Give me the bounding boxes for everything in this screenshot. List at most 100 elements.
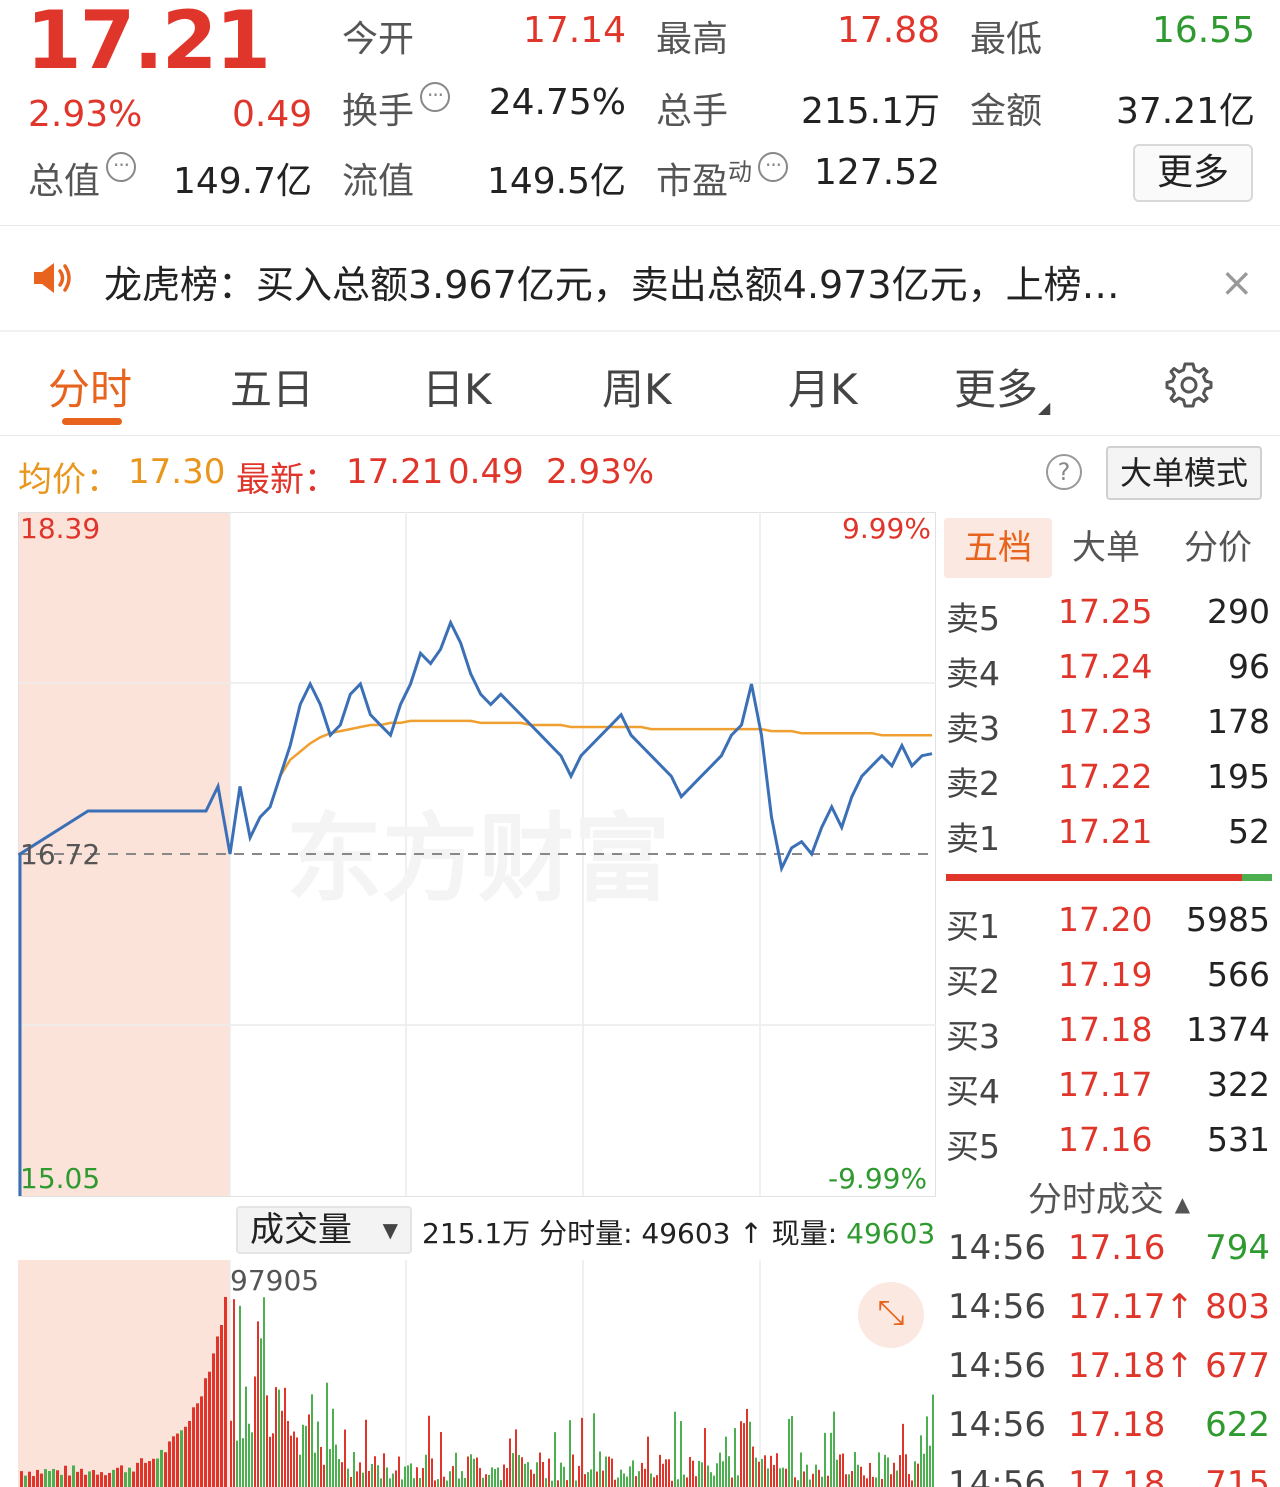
volume-bar xyxy=(28,1471,31,1487)
volume-bar xyxy=(479,1468,481,1487)
trades-header[interactable]: 分时成交 ▲ xyxy=(938,1172,1280,1228)
volume-bar xyxy=(746,1408,748,1487)
tab-five-levels[interactable]: 五档 xyxy=(944,518,1052,578)
volume-bar xyxy=(827,1475,829,1487)
volume-bar xyxy=(572,1454,574,1487)
volume-bar xyxy=(164,1452,167,1487)
volume-bar xyxy=(644,1468,646,1487)
bid-row: 买5 17.16 531 xyxy=(938,1120,1280,1170)
volume-bar xyxy=(260,1338,262,1487)
avg-price-value: 17.30 xyxy=(128,452,226,492)
volume-bar xyxy=(764,1455,766,1487)
trade-volume: 677 xyxy=(1205,1346,1270,1386)
volume-bar xyxy=(593,1413,595,1487)
volume-bar xyxy=(560,1462,562,1487)
info-icon[interactable]: ··· xyxy=(106,152,137,182)
price-info-line: 均价： 17.30 最新： 17.21 0.49 2.93% xyxy=(0,436,1280,510)
volume-bar xyxy=(587,1472,589,1487)
pct-max-label: 9.99% xyxy=(842,512,931,545)
ask-price: 17.24 xyxy=(1058,647,1153,686)
volume-bar xyxy=(449,1471,451,1487)
volume-bar xyxy=(590,1469,592,1487)
trades-title: 分时成交 xyxy=(1027,1180,1164,1220)
volume-bar xyxy=(248,1423,250,1487)
volume-bar xyxy=(156,1458,159,1487)
volume-bar xyxy=(230,1420,232,1487)
tab-daily-k[interactable]: 日K xyxy=(422,356,492,417)
volume-bar xyxy=(917,1463,919,1487)
more-button[interactable]: 更多 xyxy=(1133,144,1253,202)
close-icon[interactable]: × xyxy=(1220,260,1254,306)
order-book-panel: 五档 大单 分价 卖5 17.25 290 卖4 17.24 96 卖3 17.23 178… xyxy=(938,512,1280,1487)
market-cap-label: 总值 ··· xyxy=(28,152,137,204)
ask-qty: 178 xyxy=(1207,702,1270,741)
tab-price-distribution[interactable]: 分价 xyxy=(1170,518,1266,578)
volume-bar xyxy=(830,1432,832,1487)
volume-bar xyxy=(362,1472,364,1487)
volume-bar xyxy=(686,1477,688,1487)
info-icon[interactable]: ··· xyxy=(420,82,451,112)
settings-gear-icon[interactable] xyxy=(1164,360,1214,410)
volume-bar xyxy=(108,1472,111,1487)
volume-bar xyxy=(626,1476,628,1487)
indicator-select[interactable]: 成交量 ▼ xyxy=(236,1206,412,1254)
notice-bar[interactable]: 龙虎榜：买入总额3.967亿元，卖出总额4.973亿元，上榜… xyxy=(0,226,1280,330)
volume-chart[interactable]: 97905 xyxy=(18,1260,936,1487)
volume-bar xyxy=(890,1474,892,1487)
volume-bar xyxy=(374,1456,376,1487)
volume-bar xyxy=(296,1437,298,1487)
volume-bar xyxy=(893,1462,895,1487)
volume-bar xyxy=(905,1454,907,1487)
volume-bar xyxy=(88,1471,91,1487)
tab-five-day[interactable]: 五日 xyxy=(230,356,314,417)
volume-bar xyxy=(180,1430,183,1487)
volume-bar xyxy=(785,1468,787,1487)
notice-text: 龙虎榜：买入总额3.967亿元，卖出总额4.973亿元，上榜… xyxy=(104,263,1120,307)
volume-bar xyxy=(680,1421,682,1487)
volume-bar xyxy=(500,1480,502,1487)
help-icon[interactable]: ? xyxy=(1046,454,1082,490)
volume-bar xyxy=(314,1452,316,1487)
intraday-price-chart[interactable]: 东方财富 xyxy=(18,512,936,1200)
volume-bar xyxy=(386,1467,388,1487)
volume-bar xyxy=(851,1471,853,1487)
float-cap-value: 149.5亿 xyxy=(486,161,626,202)
big-order-mode-button[interactable]: 大单模式 xyxy=(1106,446,1262,500)
prev-close-label: 16.72 xyxy=(20,838,101,871)
trade-time: 14:56 xyxy=(948,1405,1046,1445)
volume-bar xyxy=(168,1441,171,1487)
volume-bar xyxy=(308,1414,310,1487)
bid-row: 买1 17.20 5985 xyxy=(938,900,1280,950)
avg-price-label: 均价： xyxy=(18,460,120,500)
volume-bar xyxy=(395,1470,397,1487)
tab-intraday[interactable]: 分时 xyxy=(48,356,132,417)
tab-more[interactable]: 更多◢ xyxy=(954,356,1050,417)
volume-bar xyxy=(674,1411,676,1487)
volume-bar xyxy=(176,1433,179,1487)
tab-monthly-k[interactable]: 月K xyxy=(788,356,858,417)
volume-bar xyxy=(353,1452,355,1487)
volume-bar xyxy=(52,1468,55,1487)
trade-price: 17.18 xyxy=(1068,1464,1166,1487)
tab-weekly-k[interactable]: 周K xyxy=(602,356,672,417)
volume-bar xyxy=(875,1477,877,1487)
bid-qty: 5985 xyxy=(1186,900,1270,939)
volume-bar xyxy=(72,1465,75,1487)
volume-bar xyxy=(740,1421,742,1487)
ask-label: 卖2 xyxy=(946,764,1000,803)
volume-bar xyxy=(869,1462,871,1487)
info-icon[interactable]: ··· xyxy=(758,152,789,182)
volume-bar xyxy=(509,1438,511,1487)
collapse-triangle-icon: ▲ xyxy=(1174,1192,1191,1216)
volume-bar xyxy=(371,1463,373,1487)
volume-bar xyxy=(860,1466,862,1487)
volume-bar xyxy=(701,1462,703,1487)
volume-bar xyxy=(776,1453,778,1487)
volume-bar xyxy=(683,1474,685,1487)
volume-bar xyxy=(704,1428,706,1487)
volume-bar xyxy=(569,1420,571,1487)
volume-bar xyxy=(341,1462,343,1487)
expand-icon[interactable]: ⤡ xyxy=(858,1282,924,1348)
tab-big-orders[interactable]: 大单 xyxy=(1058,518,1154,578)
volume-bar xyxy=(293,1431,295,1487)
